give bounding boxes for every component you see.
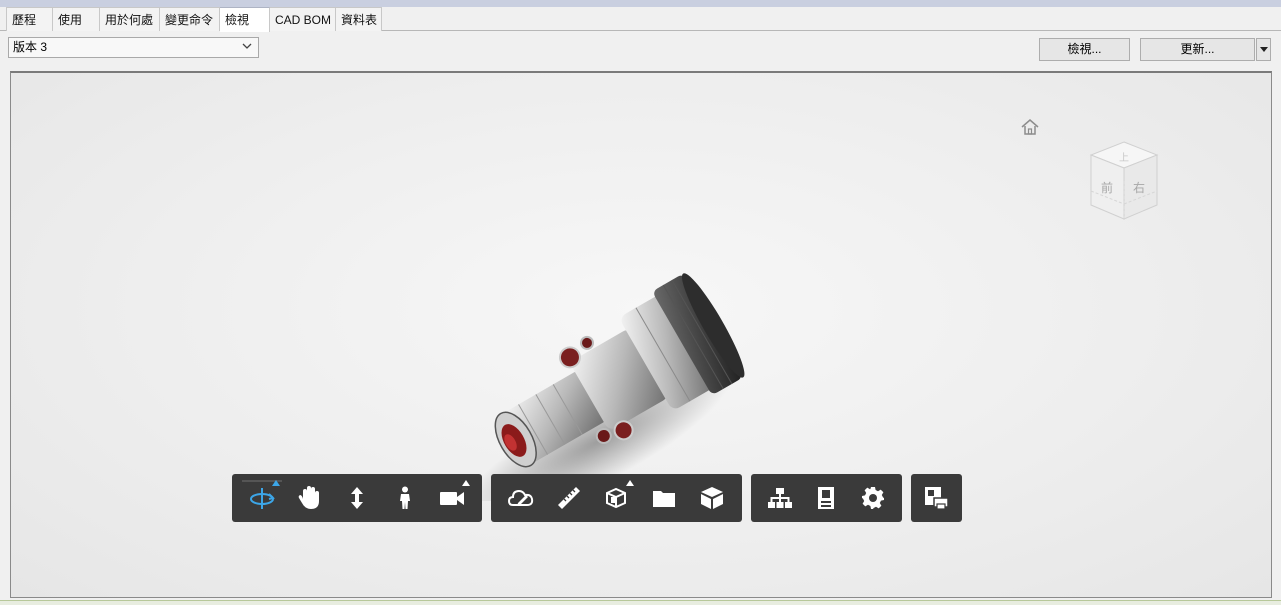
info-tool-group [751,474,902,522]
view-cube[interactable]: 上 前 右 [1083,137,1165,223]
zoom-icon [350,487,363,509]
viewcube-right-label[interactable]: 右 [1133,180,1145,195]
zoom-tool[interactable] [333,478,381,518]
viewcube-front-label[interactable]: 前 [1101,180,1113,195]
dropdown-arrow-icon [1260,47,1268,52]
tab-where-used[interactable]: 用於何處 [100,7,160,31]
measure-tool[interactable] [545,478,593,518]
settings-tool[interactable] [850,478,896,518]
section-tool[interactable] [593,478,641,518]
viewer-toolbar-row: 版本 3 檢視... 更新... [0,32,1281,70]
pan-tool[interactable] [286,478,334,518]
camera-icon [440,492,465,505]
model-tool-group [491,474,742,522]
navigation-tool-group [232,474,482,522]
jet-engine-model[interactable] [459,261,759,501]
model-cube-icon [701,487,724,509]
tab-uses[interactable]: 使用 [53,7,100,31]
tab-cad-bom[interactable]: CAD BOM [270,7,336,31]
tab-change-orders[interactable]: 變更命令 [160,7,220,31]
tab-view[interactable]: 檢視 [220,7,270,32]
markup-cloud-icon [507,489,534,506]
settings-gear-icon [861,487,884,509]
orbit-menu-flag[interactable] [271,480,280,486]
markup-tool[interactable] [497,478,545,518]
home-icon[interactable] [1019,117,1041,137]
section-box-icon [606,487,627,509]
properties-icon [818,487,835,509]
orbit-icon [249,488,275,509]
pan-hand-icon [299,486,320,509]
walk-tool[interactable] [381,478,429,518]
walk-person-icon [399,486,410,509]
chevron-down-icon [242,43,252,49]
status-strip [0,600,1281,605]
section-menu-flag[interactable] [626,480,635,486]
tab-history[interactable]: 歷程 [6,7,53,31]
measure-ruler-icon [557,487,580,509]
version-select-value: 版本 3 [13,40,48,54]
properties-tool[interactable] [803,478,849,518]
output-tool-group [911,474,962,522]
model-tree-icon [768,488,793,508]
view-button[interactable]: 檢視... [1039,38,1130,61]
version-select[interactable]: 版本 3 [8,37,259,58]
update-dropdown-button[interactable] [1256,38,1271,61]
model-browser-tool[interactable] [688,478,736,518]
camera-tool[interactable] [428,478,476,518]
camera-menu-flag[interactable] [461,480,470,486]
print-export-tool[interactable] [911,478,961,518]
update-button[interactable]: 更新... [1140,38,1255,61]
model-tree-tool[interactable] [757,478,803,518]
explode-tool[interactable] [640,478,688,518]
tab-datasheet[interactable]: 資料表 [336,7,382,31]
tab-strip: 歷程 使用 用於何處 變更命令 檢視 CAD BOM 資料表 [0,7,1281,32]
print-export-icon [925,487,949,510]
window-top-bar [0,0,1281,7]
viewcube-top-label[interactable]: 上 [1119,152,1129,164]
explode-folder-icon [653,491,676,507]
orbit-tool[interactable] [238,478,286,518]
